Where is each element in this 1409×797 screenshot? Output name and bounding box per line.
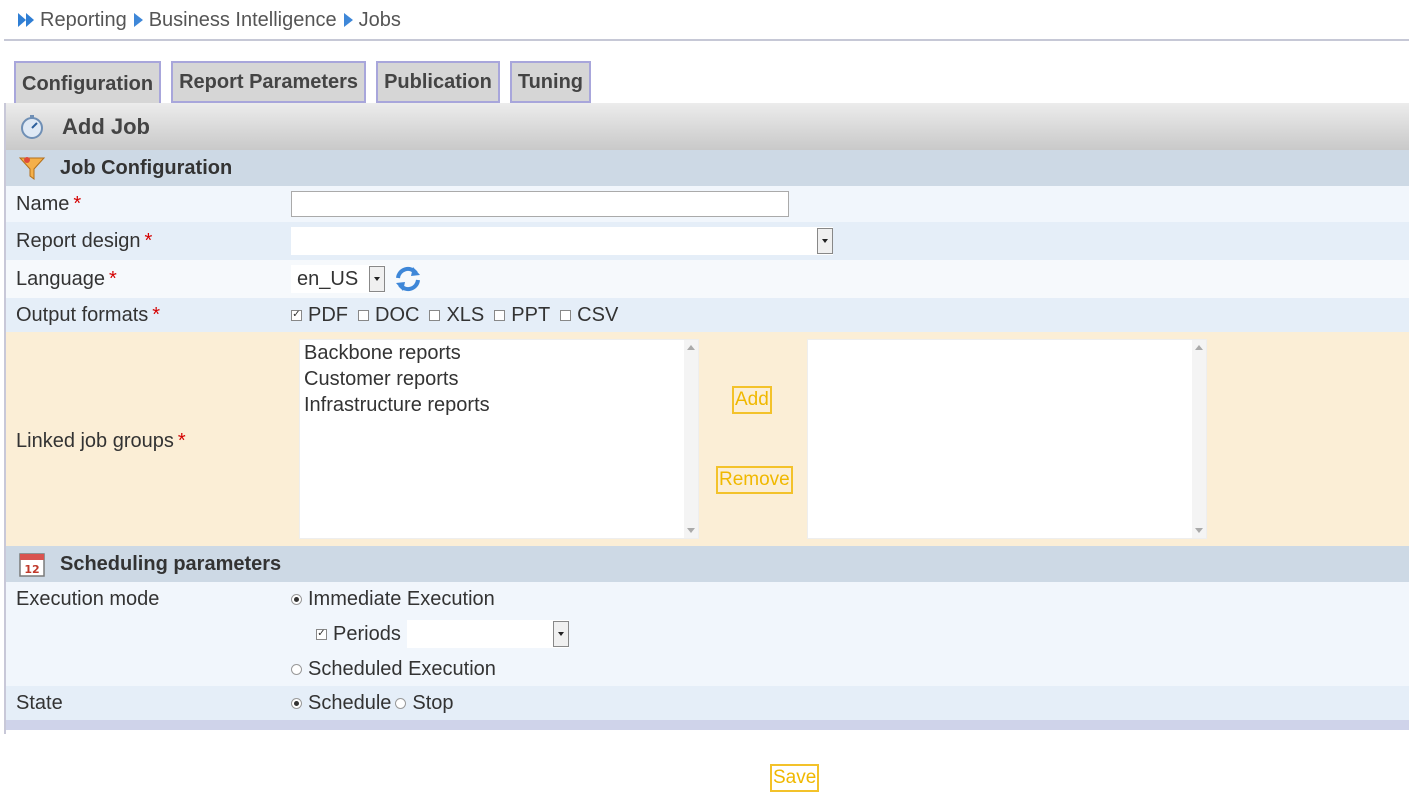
format-xls[interactable]: XLS xyxy=(429,304,484,327)
immediate-option[interactable]: Immediate Execution xyxy=(291,588,495,611)
chevron-down-icon xyxy=(552,621,569,647)
list-item[interactable]: Infrastructure reports xyxy=(300,392,698,418)
chevron-down-icon xyxy=(369,266,385,292)
format-csv[interactable]: CSV xyxy=(560,304,618,327)
add-button[interactable]: Add xyxy=(732,386,772,414)
scheduling-title: Scheduling parameters xyxy=(60,552,282,575)
breadcrumb-divider xyxy=(4,39,1409,41)
schedule-option[interactable]: Schedule xyxy=(291,692,391,715)
periods-checkbox[interactable]: ✓ xyxy=(316,628,327,640)
scrollbar[interactable] xyxy=(1192,340,1206,538)
format-pdf[interactable]: ✓ PDF xyxy=(291,304,348,327)
name-label: Name * xyxy=(16,192,82,215)
xls-checkbox[interactable] xyxy=(429,309,441,321)
triangle-right-icon xyxy=(343,13,353,27)
periods-row: ✓ Periods xyxy=(6,616,1409,652)
name-row: Name * xyxy=(6,186,1409,222)
ppt-checkbox[interactable] xyxy=(494,309,506,321)
scrollbar[interactable] xyxy=(684,340,698,538)
selected-groups-list[interactable] xyxy=(807,339,1207,539)
language-value: en_US xyxy=(297,267,359,290)
breadcrumb-jobs[interactable]: Jobs xyxy=(359,9,401,32)
chevron-down-icon xyxy=(817,228,833,254)
tab-bar: Configuration Report Parameters Publicat… xyxy=(14,61,592,106)
pdf-checkbox[interactable]: ✓ xyxy=(291,309,302,321)
refresh-icon[interactable] xyxy=(393,264,423,294)
report-design-row: Report design * xyxy=(6,222,1409,260)
periods-option[interactable]: ✓ Periods xyxy=(316,623,401,646)
job-configuration-title: Job Configuration xyxy=(60,156,233,179)
report-design-select[interactable] xyxy=(291,227,833,255)
tab-report-parameters[interactable]: Report Parameters xyxy=(171,61,367,103)
job-configuration-header: Job Configuration xyxy=(6,150,1409,186)
list-item[interactable]: Backbone reports xyxy=(300,340,698,366)
stop-option[interactable]: Stop xyxy=(395,692,454,715)
scheduled-row: Scheduled Execution xyxy=(6,652,1409,686)
report-design-label: Report design * xyxy=(16,229,153,252)
output-formats-row: Output formats * ✓ PDF DOC XLS PPT CSV xyxy=(6,298,1409,332)
tab-configuration[interactable]: Configuration xyxy=(14,61,162,106)
format-doc[interactable]: DOC xyxy=(358,304,419,327)
doc-checkbox[interactable] xyxy=(358,309,369,321)
available-groups-list[interactable]: Backbone reports Customer reports Infras… xyxy=(299,339,699,539)
remove-button[interactable]: Remove xyxy=(716,466,793,494)
svg-text:12: 12 xyxy=(24,563,39,576)
scheduling-header: 12 Scheduling parameters xyxy=(6,546,1409,582)
stopwatch-icon xyxy=(21,114,43,139)
tab-tuning[interactable]: Tuning xyxy=(509,61,592,103)
format-ppt[interactable]: PPT xyxy=(494,304,550,327)
language-row: Language * en_US xyxy=(6,260,1409,298)
csv-checkbox[interactable] xyxy=(560,309,572,321)
language-label: Language * xyxy=(16,267,117,290)
schedule-radio[interactable] xyxy=(291,697,302,709)
scheduled-option[interactable]: Scheduled Execution xyxy=(291,658,496,681)
breadcrumb-reporting[interactable]: Reporting xyxy=(40,9,127,32)
calendar-icon: 12 xyxy=(19,553,45,577)
output-formats-label: Output formats * xyxy=(16,303,161,326)
execution-mode-row: Execution mode Immediate Execution xyxy=(6,582,1409,616)
language-select[interactable]: en_US xyxy=(291,265,385,293)
double-arrow-icon xyxy=(18,13,34,27)
breadcrumb-business-intelligence[interactable]: Business Intelligence xyxy=(149,9,337,32)
list-item[interactable]: Customer reports xyxy=(300,366,698,392)
panel-footer-bar xyxy=(6,720,1409,730)
immediate-radio[interactable] xyxy=(291,593,302,605)
state-label: State xyxy=(16,691,63,714)
execution-mode-block: Execution mode Immediate Execution ✓ Peri… xyxy=(6,582,1409,686)
save-button[interactable]: Save xyxy=(770,764,820,792)
scheduled-radio[interactable] xyxy=(291,663,302,675)
panel-header: Add Job xyxy=(6,103,1409,150)
periods-select[interactable] xyxy=(406,620,569,648)
panel-title: Add Job xyxy=(62,113,150,139)
execution-mode-label: Execution mode xyxy=(16,587,160,610)
linked-job-groups-label: Linked job groups * xyxy=(16,429,186,452)
state-row: State Schedule Stop xyxy=(6,686,1409,720)
linked-job-groups-row: Linked job groups * Backbone reports Cust… xyxy=(6,332,1409,546)
triangle-right-icon xyxy=(133,13,143,27)
funnel-icon xyxy=(18,157,46,180)
name-input[interactable] xyxy=(291,191,789,217)
stop-radio[interactable] xyxy=(395,697,407,709)
breadcrumb: Reporting Business Intelligence Jobs xyxy=(18,6,401,34)
add-job-panel: Add Job Job Configuration Name * Report d… xyxy=(4,103,1409,734)
tab-publication[interactable]: Publication xyxy=(376,61,500,103)
